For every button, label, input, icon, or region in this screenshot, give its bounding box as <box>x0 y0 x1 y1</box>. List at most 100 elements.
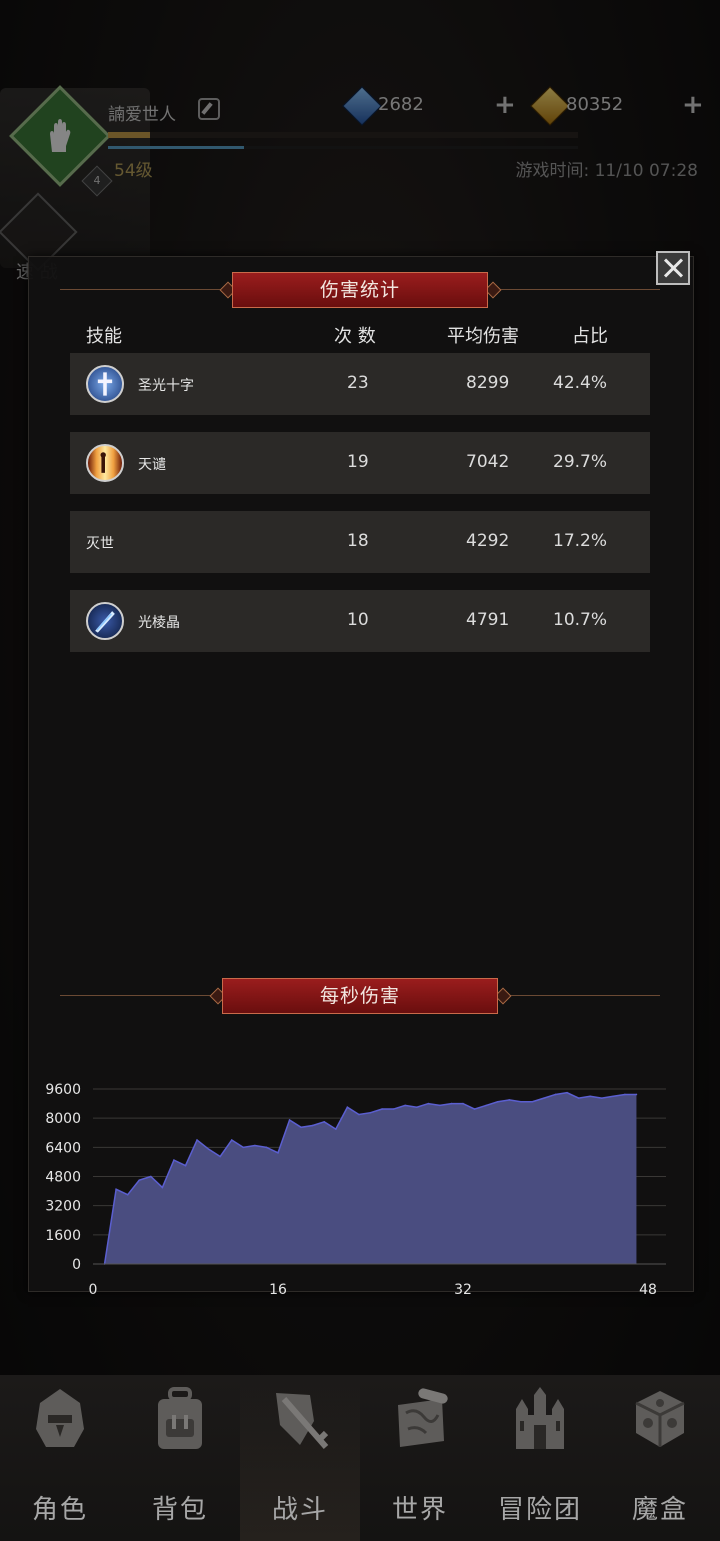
nav-adventure-team[interactable]: 冒险团 <box>480 1375 600 1541</box>
skill-avg-damage: 8299 <box>466 373 510 393</box>
skill-count: 10 <box>347 610 369 630</box>
dps-point <box>161 1186 164 1189</box>
dps-point <box>508 1099 511 1101</box>
dps-point <box>462 1102 464 1105</box>
y-tick-label: 9600 <box>45 1082 81 1098</box>
y-tick-label: 0 <box>72 1257 81 1273</box>
dps-point <box>300 1126 302 1129</box>
nav-battle[interactable]: 战斗 <box>240 1375 360 1541</box>
divine-wrath-icon <box>86 444 124 482</box>
dps-point <box>566 1091 568 1094</box>
dps-banner-line-right <box>508 995 660 996</box>
dps-point <box>242 1146 245 1149</box>
castle-icon <box>516 1387 564 1449</box>
dps-point <box>126 1193 129 1196</box>
dps-point <box>311 1124 314 1127</box>
dps-point <box>230 1139 233 1141</box>
skill-percent: 17.2% <box>553 531 608 551</box>
dps-point <box>381 1108 383 1110</box>
dps-point <box>115 1188 117 1191</box>
skill-count: 19 <box>347 452 369 472</box>
header-skill: 技能 <box>86 326 122 347</box>
dps-point <box>600 1097 603 1099</box>
dps-point <box>254 1144 256 1147</box>
dps-point <box>219 1155 221 1158</box>
dps-point <box>427 1102 430 1105</box>
dps-point <box>589 1095 591 1098</box>
nav-label: 背包 <box>151 1495 208 1525</box>
dps-point <box>138 1179 141 1181</box>
magic-box-icon <box>635 1391 685 1447</box>
skill-avg-damage: 4791 <box>466 610 510 630</box>
dps-point <box>196 1139 198 1141</box>
dps-point <box>184 1164 187 1167</box>
helmet-icon <box>36 1389 84 1447</box>
dps-chart: 0 1600 3200 4800 6400 8000 9600 0 16 32 48 <box>45 1082 666 1298</box>
skill-count: 23 <box>347 373 369 393</box>
dps-point <box>323 1121 326 1123</box>
nav-label: 冒险团 <box>497 1495 582 1525</box>
dps-point <box>577 1097 580 1099</box>
dps-point <box>635 1093 638 1096</box>
x-tick-label: 0 <box>89 1282 98 1298</box>
prism-crystal-icon <box>86 602 124 640</box>
x-tick-label: 16 <box>269 1282 287 1298</box>
nav-label: 战斗 <box>271 1495 328 1525</box>
skill-name: 天谴 <box>138 457 166 473</box>
skill-percent: 42.4% <box>553 373 608 393</box>
close-button[interactable] <box>656 251 690 285</box>
dps-point <box>450 1102 453 1105</box>
skill-percent: 29.7% <box>553 452 608 472</box>
dps-point <box>150 1175 152 1178</box>
table-row[interactable]: 圣光十字 23 8299 42.4% <box>70 353 650 415</box>
y-tick-label: 4800 <box>45 1170 81 1186</box>
dps-point <box>173 1159 175 1161</box>
dps-point <box>369 1111 372 1114</box>
holy-cross-icon <box>86 365 124 403</box>
banner-line-right <box>498 289 660 290</box>
nav-label: 角色 <box>31 1495 88 1525</box>
nav-backpack[interactable]: 背包 <box>120 1375 240 1541</box>
nav-world[interactable]: 世界 <box>360 1375 480 1541</box>
nav-magic-box[interactable]: 魔盒 <box>600 1375 720 1541</box>
dps-point <box>277 1152 279 1154</box>
backpack-icon <box>158 1387 202 1449</box>
dps-point <box>265 1146 268 1149</box>
dps-point <box>439 1104 441 1107</box>
header-count: 次 数 <box>334 326 376 347</box>
dps-point <box>335 1128 337 1130</box>
dps-point <box>358 1113 360 1116</box>
dps-point <box>346 1106 349 1109</box>
swords-shield-icon <box>276 1393 329 1449</box>
dps-point <box>485 1104 487 1107</box>
x-tick-label: 48 <box>639 1282 657 1298</box>
table-row[interactable]: 光棱晶 10 4791 10.7% <box>70 590 650 652</box>
header-percent: 占比 <box>572 326 608 347</box>
table-row[interactable]: 灭世 18 4292 17.2% <box>70 511 650 573</box>
skill-name: 圣光十字 <box>138 378 194 394</box>
banner-line-left <box>60 289 222 290</box>
dps-point <box>404 1104 406 1107</box>
nav-label: 世界 <box>391 1495 448 1525</box>
dps-point <box>496 1100 499 1103</box>
dps-point <box>543 1097 545 1099</box>
y-tick-label: 6400 <box>45 1140 81 1156</box>
dps-point <box>207 1148 210 1150</box>
dps-point <box>531 1100 534 1103</box>
modal-title: 伤害统计 <box>232 272 488 308</box>
dps-point <box>624 1093 626 1096</box>
world-map-icon <box>398 1388 448 1447</box>
nav-role[interactable]: 角色 <box>0 1375 120 1541</box>
header-avg-damage: 平均伤害 <box>447 326 519 347</box>
dps-point <box>415 1106 418 1109</box>
skill-name: 光棱晶 <box>138 615 180 631</box>
dps-point <box>288 1119 291 1121</box>
y-tick-label: 3200 <box>45 1199 81 1215</box>
dps-banner-line-left <box>60 995 212 996</box>
dps-point <box>520 1100 522 1103</box>
skill-name: 灭世 <box>86 536 114 552</box>
skill-count: 18 <box>347 531 369 551</box>
table-row[interactable]: 天谴 19 7042 29.7% <box>70 432 650 494</box>
skill-percent: 10.7% <box>553 610 608 630</box>
dps-point <box>612 1095 615 1098</box>
